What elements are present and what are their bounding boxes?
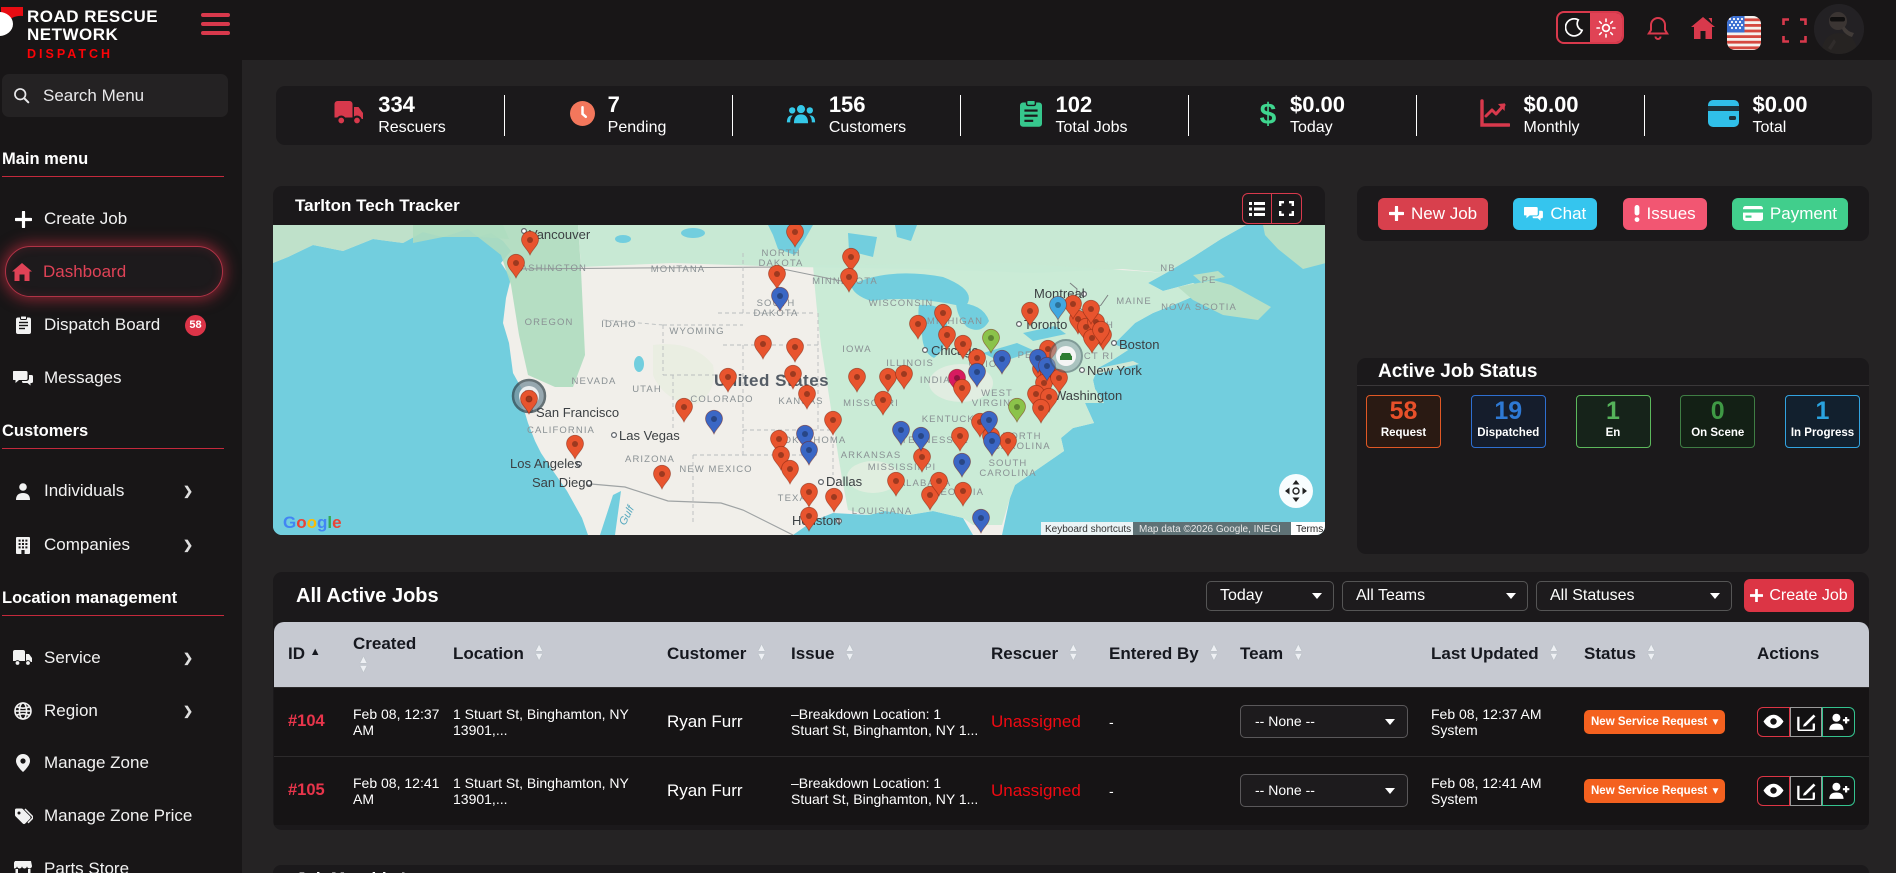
svg-text:CT RI: CT RI [1084, 351, 1114, 362]
svg-text:Las Vegas: Las Vegas [619, 428, 680, 443]
svg-text:UTAH: UTAH [632, 384, 662, 395]
svg-text:New York: New York [1087, 363, 1142, 378]
svg-text:IOWA: IOWA [842, 344, 871, 355]
svg-text:$: $ [1260, 98, 1277, 129]
svg-text:MONTANA: MONTANA [651, 264, 706, 275]
svg-text:CALIFORNIA: CALIFORNIA [527, 425, 595, 436]
svg-text:MAINE: MAINE [1116, 296, 1152, 307]
svg-text:CAROLINA: CAROLINA [979, 468, 1036, 479]
svg-text:COLORADO: COLORADO [690, 394, 753, 405]
svg-text:Terms: Terms [1296, 524, 1323, 535]
svg-text:ARIZONA: ARIZONA [625, 454, 675, 465]
svg-text:Map data ©2026 Google, INEGI: Map data ©2026 Google, INEGI [1139, 524, 1281, 535]
svg-text:WYOMING: WYOMING [669, 326, 724, 337]
svg-text:WISCONSIN: WISCONSIN [869, 298, 934, 309]
svg-text:DAKOTA: DAKOTA [754, 308, 799, 319]
svg-text:Keyboard shortcuts: Keyboard shortcuts [1045, 524, 1131, 535]
svg-text:ARKANSAS: ARKANSAS [841, 450, 902, 461]
svg-text:Washington: Washington [1054, 388, 1122, 403]
svg-text:Los Angeles: Los Angeles [510, 456, 581, 471]
svg-text:OREGON: OREGON [525, 317, 574, 328]
svg-text:Boston: Boston [1119, 337, 1159, 352]
svg-text:Google: Google [283, 513, 342, 532]
svg-text:NEW MEXICO: NEW MEXICO [679, 464, 752, 475]
svg-text:PE: PE [1202, 275, 1217, 286]
svg-text:Dallas: Dallas [826, 474, 863, 489]
svg-text:NB: NB [1160, 263, 1175, 274]
svg-text:San Diego: San Diego [532, 475, 593, 490]
svg-text:NEVADA: NEVADA [572, 376, 617, 387]
svg-text:MICHIGAN: MICHIGAN [927, 316, 983, 327]
svg-text:IDAHO: IDAHO [601, 319, 637, 330]
svg-text:LOUISIANA: LOUISIANA [852, 506, 913, 517]
svg-text:NOVA SCOTIA: NOVA SCOTIA [1161, 302, 1237, 313]
svg-text:San Francisco: San Francisco [536, 405, 619, 420]
